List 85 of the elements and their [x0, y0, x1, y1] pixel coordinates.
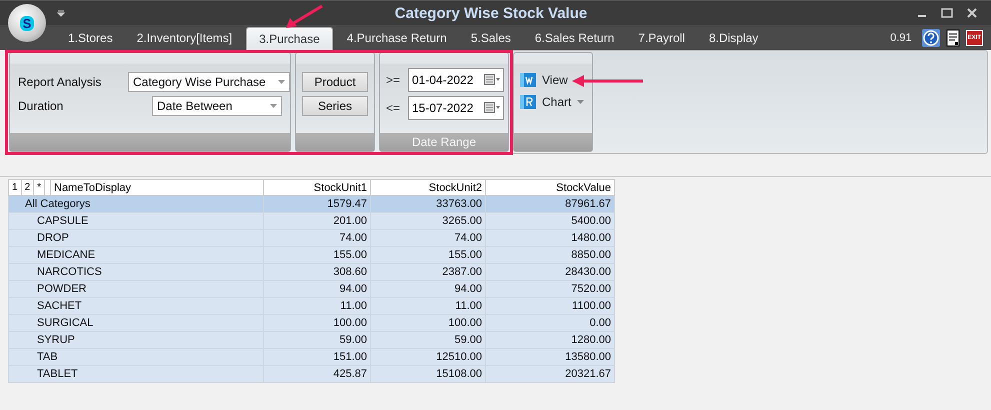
table-cell: 1280.00	[486, 332, 614, 348]
table-cell: 11.00	[370, 298, 486, 314]
table-cell: 11.00	[264, 298, 370, 314]
report-icon	[520, 73, 536, 87]
table-cell: TAB	[8, 348, 264, 366]
table-cell: 100.00	[370, 314, 486, 332]
table-cell: 8850.00	[486, 246, 614, 264]
table-cell: 2387.00	[370, 264, 486, 280]
report-analysis-dropdown[interactable]: Category Wise Purchase	[128, 72, 290, 92]
table-cell: TABLET	[8, 366, 264, 382]
table-cell: 94.00	[264, 280, 370, 298]
table-cell: All Categorys	[8, 196, 264, 212]
date-field[interactable]: 01-04-2022	[408, 68, 504, 92]
column-header[interactable]: StockUnit1	[264, 180, 370, 196]
version-label: 0.91	[890, 32, 912, 44]
table-cell: 28430.00	[486, 264, 614, 280]
table-cell: 308.60	[264, 264, 370, 280]
ribbon-button[interactable]: Series	[302, 96, 368, 116]
table-cell: 12510.00	[370, 348, 486, 366]
column-header[interactable]: StockUnit2	[370, 180, 486, 196]
field-label: Report Analysis	[18, 75, 102, 89]
table-cell: 87961.67	[486, 196, 614, 212]
table-cell: NARCOTICS	[8, 264, 264, 280]
group-title: Date Range	[412, 135, 476, 149]
table-cell: 59.00	[370, 332, 486, 348]
table-cell: 0.00	[486, 314, 614, 332]
table-cell: 3265.00	[370, 212, 486, 230]
ribbon-tab[interactable]: 1.Stores	[68, 27, 113, 50]
column-header[interactable]: NameToDisplay	[50, 180, 264, 196]
caret-icon	[278, 80, 285, 84]
table-cell: 74.00	[370, 230, 486, 246]
table-cell: SYRUP	[8, 332, 264, 348]
maximize-icon[interactable]	[941, 8, 953, 18]
table-cell: 5400.00	[486, 212, 614, 230]
table-cell: CAPSULE	[8, 212, 264, 230]
duration-dropdown[interactable]: Date Between	[152, 96, 282, 116]
table-cell: 20321.67	[486, 366, 614, 382]
table-cell: 201.00	[264, 212, 370, 230]
close-icon[interactable]	[967, 8, 977, 18]
table-cell: 100.00	[264, 314, 370, 332]
calendar-icon[interactable]	[484, 102, 500, 114]
table-cell: POWDER	[8, 280, 264, 298]
table-cell: SURGICAL	[8, 314, 264, 332]
calendar-icon[interactable]	[484, 74, 500, 86]
caret-icon	[270, 104, 277, 108]
table-cell: 155.00	[264, 246, 370, 264]
table-cell: 151.00	[264, 348, 370, 366]
ribbon-tab[interactable]: 2.Inventory[Items]	[136, 27, 232, 50]
ribbon-tab[interactable]: 6.Sales Return	[534, 27, 614, 50]
table-cell: 94.00	[370, 280, 486, 298]
ribbon-button[interactable]: View	[520, 73, 568, 87]
ribbon-tab[interactable]: 3.Purchase	[246, 27, 333, 50]
table-cell: DROP	[8, 230, 264, 246]
table-cell: 1100.00	[486, 298, 614, 314]
ribbon-tab[interactable]: 4.Purchase Return	[346, 27, 447, 50]
field-label: Duration	[18, 99, 64, 113]
operator-label: <=	[386, 101, 402, 115]
column-header[interactable]: StockValue	[486, 180, 614, 196]
report-icon	[520, 95, 536, 109]
table-cell: 155.00	[370, 246, 486, 264]
table-cell: 425.87	[264, 366, 370, 382]
table-cell: 7520.00	[486, 280, 614, 298]
help-icon[interactable]	[922, 29, 940, 47]
table-cell: 1480.00	[486, 230, 614, 246]
table-cell: 74.00	[264, 230, 370, 246]
ribbon-tab[interactable]: 8.Display	[708, 27, 758, 50]
ribbon-button[interactable]: Product	[302, 72, 368, 92]
table-cell: 15108.00	[370, 366, 486, 382]
arrow	[285, 4, 324, 30]
ribbon-tab[interactable]: 5.Sales	[470, 27, 511, 50]
table-cell: 33763.00	[370, 196, 486, 212]
table-cell: 59.00	[264, 332, 370, 348]
logo-icon[interactable]: S	[8, 4, 46, 42]
level-button[interactable]: *	[34, 180, 46, 195]
dropdown-icon[interactable]	[57, 10, 65, 16]
table-cell: SACHET	[8, 298, 264, 314]
ribbon-button[interactable]: Chart	[520, 95, 584, 109]
date-field[interactable]: 15-07-2022	[408, 96, 504, 120]
ribbon-tab[interactable]: 7.Payroll	[638, 27, 685, 50]
document-icon[interactable]	[946, 29, 960, 47]
window-title: Category Wise Stock Value	[394, 4, 588, 22]
table-cell: MEDICANE	[8, 246, 264, 264]
operator-label: >=	[386, 73, 402, 87]
table-cell: 13580.00	[486, 348, 614, 366]
table-cell: 1579.47	[264, 196, 370, 212]
